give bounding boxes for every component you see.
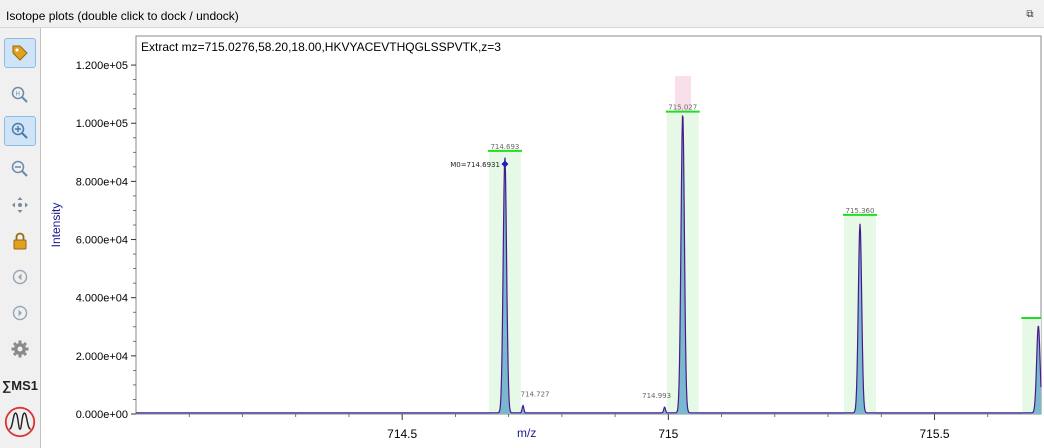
peak-label-2: 715.360 [846, 207, 875, 215]
isotope-chart[interactable]: 714.693 715.027 715.360 714.727 714.993 M0=71… [41, 28, 1044, 448]
zoom-in-icon [11, 122, 28, 139]
y-tick-label-4: 8.000e+04 [76, 176, 128, 188]
zoom-reset-button[interactable]: H [4, 80, 36, 110]
y-tick-label-0: 0.000e+00 [76, 409, 128, 421]
y-tick-label-5: 1.000e+05 [76, 118, 128, 130]
plot-area[interactable]: 714.693 715.027 715.360 714.727 714.993 M0=71… [40, 28, 1044, 448]
peak-label-0: 714.693 [490, 143, 519, 151]
gear-icon [11, 340, 29, 358]
minor-peak-label-1: 714.993 [642, 392, 671, 400]
peak-view-button[interactable] [4, 404, 36, 440]
tag-button[interactable] [4, 38, 36, 68]
y-tick-label-1: 2.000e+04 [76, 351, 128, 363]
pan-button[interactable] [4, 190, 36, 220]
panel-title: Isotope plots (double click to dock / un… [6, 9, 239, 23]
y-tick-label-6: 1.200e+05 [76, 60, 128, 72]
plot-toolbar: H ∑MS1 [0, 28, 40, 448]
settings-button[interactable] [4, 334, 36, 364]
y-tick-label-2: 4.000e+04 [76, 293, 128, 305]
minor-peak-label-0: 714.727 [521, 391, 550, 399]
back-button[interactable] [4, 262, 36, 292]
lock-icon [13, 232, 27, 250]
ms1-sum-button[interactable]: ∑MS1 [2, 370, 38, 400]
ms1-sum-icon: ∑MS1 [2, 377, 38, 393]
x-tick-label-0: 714.5 [387, 427, 417, 441]
plot-border [135, 35, 1042, 415]
m0-annotation: M0=714.6931 [450, 161, 500, 169]
x-axis-label: m/z [517, 426, 537, 440]
peak-icon [4, 406, 36, 438]
y-axis-label: Intensity [49, 202, 63, 248]
zoom-out-icon [11, 160, 28, 177]
forward-icon [12, 305, 28, 321]
zoom-in-button[interactable] [4, 116, 36, 146]
peak-label-1: 715.027 [668, 104, 697, 112]
svg-text:H: H [16, 91, 21, 98]
panel-title-bar[interactable]: Isotope plots (double click to dock / un… [0, 0, 1044, 28]
back-icon [12, 269, 28, 285]
x-tick-label-2: 715.5 [920, 427, 950, 441]
chart-title: Extract mz=715.0276,58.20,18.00,HKVYACEV… [141, 40, 501, 54]
dock-toggle-icon[interactable]: ⧉ [1024, 9, 1036, 21]
y-tick-label-3: 6.000e+04 [76, 235, 128, 247]
zoom-reset-icon: H [11, 86, 28, 103]
lock-button[interactable] [4, 226, 36, 256]
pan-icon [12, 197, 28, 213]
forward-button[interactable] [4, 298, 36, 328]
zoom-out-button[interactable] [4, 154, 36, 184]
x-tick-label-1: 715 [658, 427, 678, 441]
tag-icon [12, 45, 28, 61]
